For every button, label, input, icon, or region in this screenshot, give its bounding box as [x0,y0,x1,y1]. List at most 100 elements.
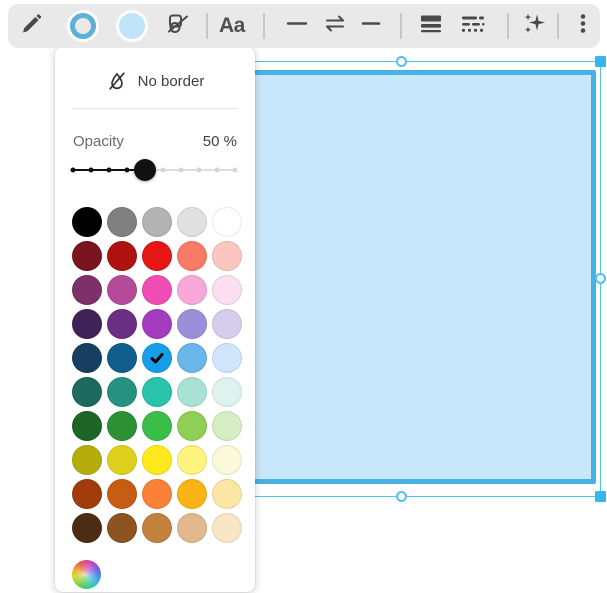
line-icon [285,12,309,41]
color-swatch-e3b88d[interactable] [177,513,207,543]
color-picker-popover: No border Opacity 50 % [55,47,255,592]
color-swatch-3bbd4a[interactable] [142,411,172,441]
color-swatch-1d6426[interactable] [72,411,102,441]
color-swatch-1d6a5e[interactable] [72,377,102,407]
slider-tick-dot[interactable] [214,168,219,173]
slider-tick-dot[interactable] [233,168,238,173]
color-swatch-7a141f[interactable] [72,241,102,271]
fill-color-circle-icon [119,13,145,39]
palette-row [72,513,242,543]
custom-color-wheel-button[interactable] [72,560,101,589]
border-color-button[interactable] [70,13,96,39]
toolbar-divider [206,13,208,39]
palette-row [72,445,242,475]
color-swatch-b5ad0b[interactable] [72,445,102,475]
color-swatch-3f2356[interactable] [72,309,102,339]
color-swatch-selected[interactable] [142,343,172,373]
color-swatch-0f5e8c[interactable] [107,343,137,373]
color-swatch-6b2e85[interactable] [107,309,137,339]
color-swatch-f8a8d8[interactable] [177,275,207,305]
color-swatch-e0e0e0[interactable] [177,207,207,237]
color-swatch-27917f[interactable] [107,377,137,407]
slider-tick-dot[interactable] [106,168,111,173]
color-swatch-fb8038[interactable] [142,479,172,509]
color-swatch-b3b3b3[interactable] [142,207,172,237]
color-swatch-d5cdeb[interactable] [212,309,242,339]
slider-tick-dot[interactable] [179,168,184,173]
opacity-slider[interactable] [73,158,235,182]
pencil-tool-button[interactable] [20,12,44,41]
resize-handle-bottom-center[interactable] [396,491,407,502]
color-swatch-dff3ee[interactable] [212,377,242,407]
color-swatch-8d5320[interactable] [107,513,137,543]
opacity-label: Opacity [73,133,124,150]
color-swatch-e51616[interactable] [142,241,172,271]
color-swatch-fbdef0[interactable] [212,275,242,305]
color-swatch-d5edc2[interactable] [212,411,242,441]
selection-bounding-box [202,61,601,497]
ai-enhance-button[interactable] [521,11,547,42]
color-swatch-fa7a68[interactable] [177,241,207,271]
slider-tick-dot[interactable] [197,168,202,173]
line-thickness-button[interactable] [418,11,444,42]
color-swatch-ddd11d[interactable] [107,445,137,475]
line-alt-tool-button[interactable] [359,12,383,41]
more-options-button[interactable] [573,12,593,41]
blur-tool-button[interactable] [165,11,191,42]
no-border-drop-icon [106,70,128,92]
color-swatch-173f5f[interactable] [72,343,102,373]
line-style-button[interactable] [459,11,487,42]
resize-handle-top-right[interactable] [595,56,606,67]
text-tool-label: Aa [219,14,245,38]
slider-tick-dot[interactable] [125,168,130,173]
pencil-icon [20,12,44,41]
fill-color-button[interactable] [119,13,145,39]
color-swatch-ffffff[interactable] [212,207,242,237]
color-swatch-a43bbf[interactable] [142,309,172,339]
resize-handle-bottom-right[interactable] [595,491,606,502]
no-border-button[interactable]: No border [55,65,255,97]
color-swatch-a03c0a[interactable] [72,479,102,509]
color-swatch-9b8fd9[interactable] [177,309,207,339]
color-swatch-c28240[interactable] [142,513,172,543]
color-swatch-fcc6c0[interactable] [212,241,242,271]
resize-handle-top-center[interactable] [396,56,407,67]
color-swatch-7d3168[interactable] [72,275,102,305]
line-tool-button[interactable] [285,12,309,41]
color-swatch-f8e6c5[interactable] [212,513,242,543]
text-tool-button[interactable]: Aa [219,14,245,38]
color-swatch-90cf56[interactable] [177,411,207,441]
color-swatch-cfe5fa[interactable] [212,343,242,373]
opacity-row: Opacity 50 % [73,131,237,151]
slider-tick-dot[interactable] [71,168,76,173]
resize-handle-middle-right[interactable] [595,273,606,284]
color-swatch-27c3ab[interactable] [142,377,172,407]
arrow-tool-button[interactable] [323,12,347,41]
color-swatch-fbf9da[interactable] [212,445,242,475]
line-alt-icon [359,12,383,41]
slider-tick-dot[interactable] [88,168,93,173]
annotation-toolbar: Aa [8,4,600,48]
palette-row [72,479,242,509]
slider-tick-dot[interactable] [161,168,166,173]
color-swatch-b54a9b[interactable] [107,275,137,305]
color-swatch-fcf47f[interactable] [177,445,207,475]
color-swatch-000000[interactable] [72,207,102,237]
color-swatch-6ab6ea[interactable] [177,343,207,373]
palette-row [72,309,242,339]
color-swatch-fbe6a5[interactable] [212,479,242,509]
color-swatch-808080[interactable] [107,207,137,237]
color-swatch-a7e2d5[interactable] [177,377,207,407]
color-swatch-ffe91c[interactable] [142,445,172,475]
kebab-menu-icon [573,12,593,41]
palette-row [72,411,242,441]
no-border-label: No border [138,73,205,90]
color-swatch-fcb315[interactable] [177,479,207,509]
color-swatch-2c9135[interactable] [107,411,137,441]
color-swatch-b01212[interactable] [107,241,137,271]
color-swatch-4e2c12[interactable] [72,513,102,543]
color-swatch-ef4db5[interactable] [142,275,172,305]
opacity-slider-handle[interactable] [134,159,156,181]
color-swatch-c65d12[interactable] [107,479,137,509]
toolbar-divider [400,13,402,39]
